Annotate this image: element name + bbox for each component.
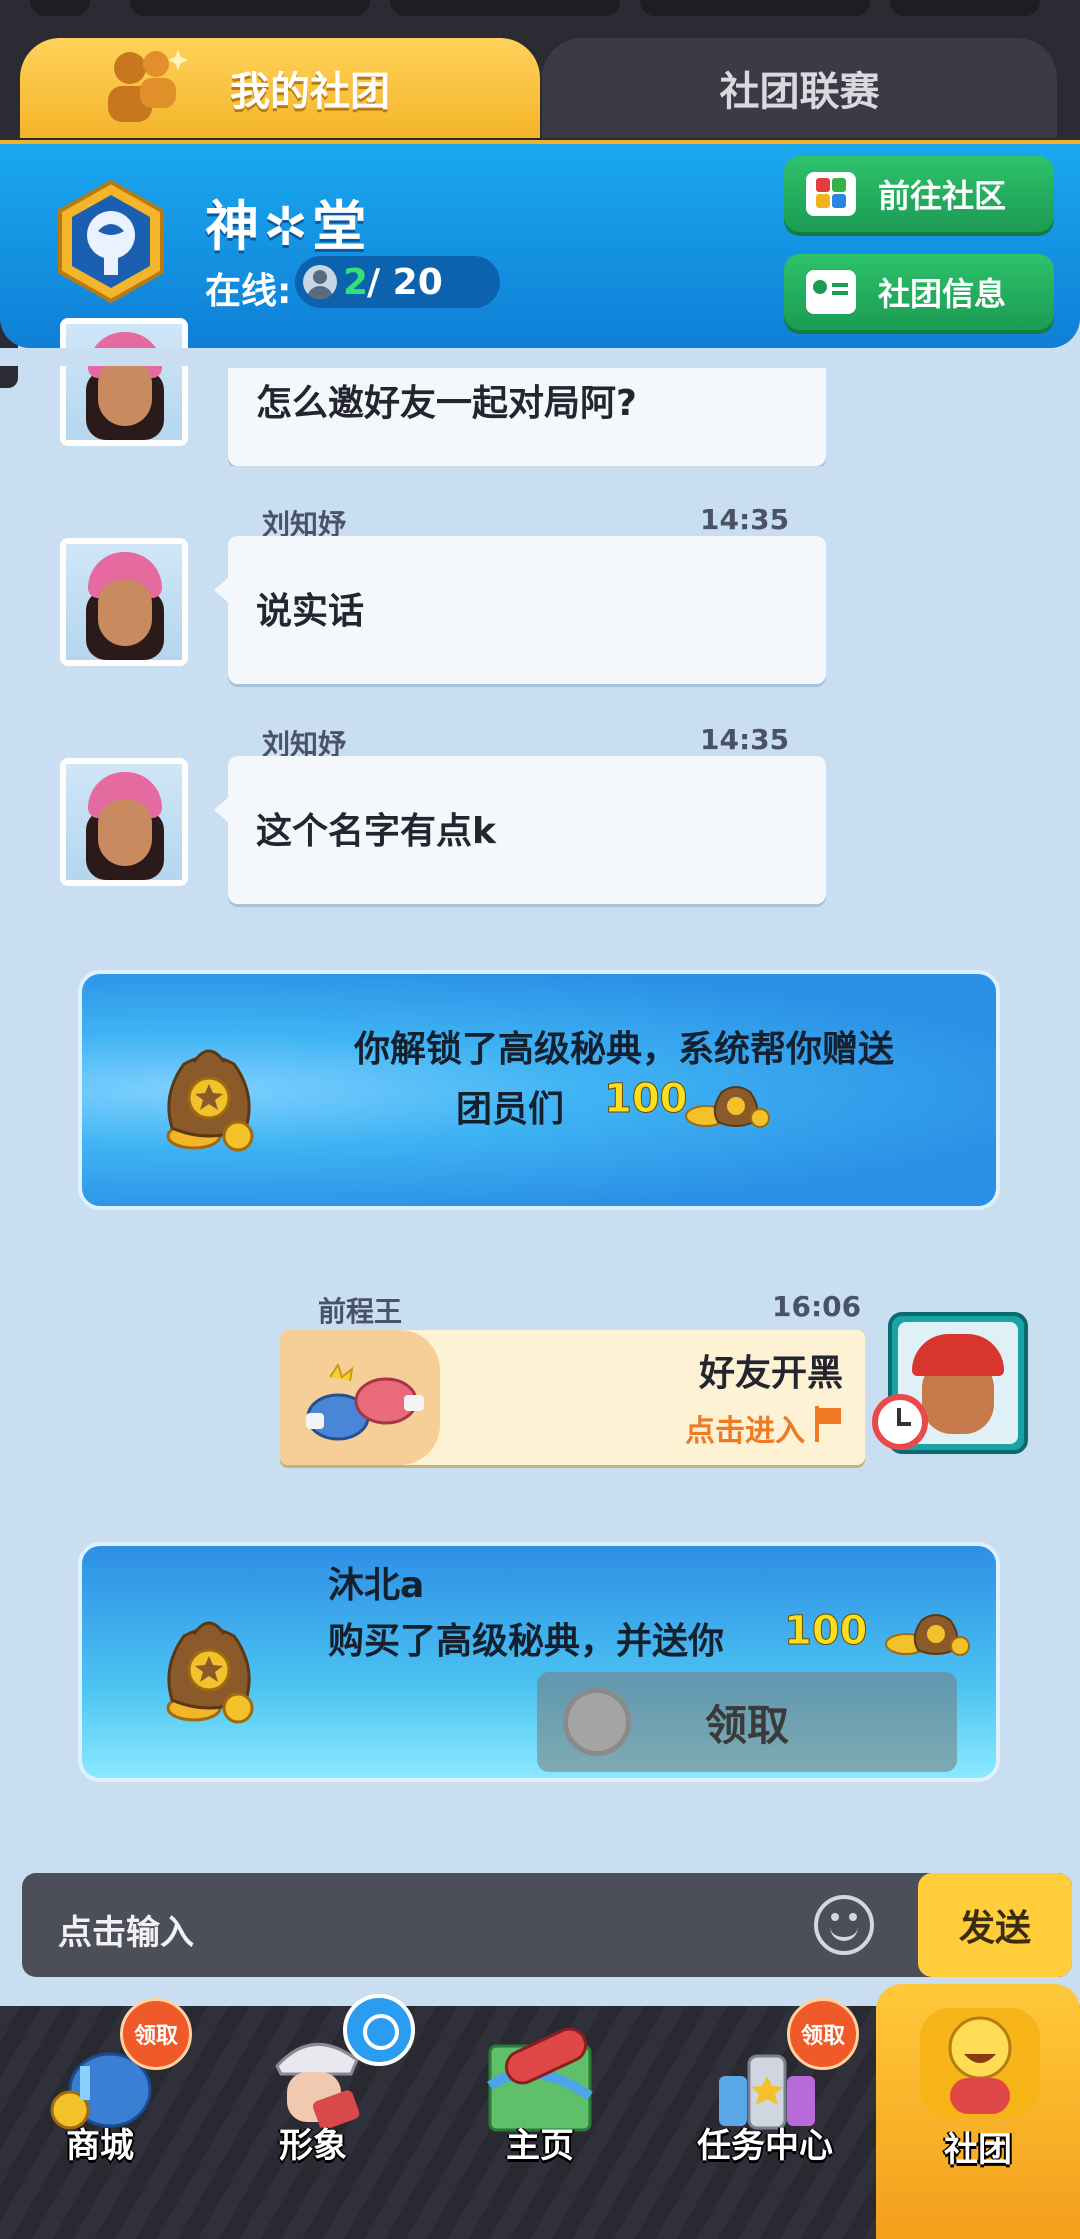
go-community-button[interactable]: 前往社区: [784, 156, 1054, 232]
gift-notice-line1: 你解锁了高级秘典，系统帮你赠送: [354, 1029, 895, 1070]
chat-bubble: 这个名字有点k: [214, 756, 826, 904]
member-avatar[interactable]: [60, 538, 188, 666]
timer-icon: [343, 1994, 415, 2066]
id-card-icon: [806, 270, 856, 314]
claim-badge: 领取: [787, 1998, 859, 2070]
send-button[interactable]: 发送: [918, 1873, 1072, 1977]
chat-message-text: 这个名字有点k: [256, 811, 496, 852]
nav-club-label: 社团: [944, 2130, 1012, 2170]
member-avatar[interactable]: [60, 318, 188, 446]
tab-club-league-label: 社团联赛: [719, 69, 880, 115]
online-status: 2 / 20: [295, 256, 500, 308]
online-total: / 20: [367, 262, 443, 303]
money-bag-icon: [166, 1049, 254, 1152]
status-bar: [0, 0, 1080, 30]
club-info-label: 社团信息: [878, 275, 1007, 313]
currency-pill: [30, 0, 90, 16]
system-gift-notice: 你解锁了高级秘典，系统帮你赠送 团员们 100: [78, 970, 1000, 1210]
message-sender: 前程王: [318, 1295, 403, 1328]
nav-avatar-label: 形象: [279, 2126, 347, 2166]
nav-tasks[interactable]: 领取 任务中心: [665, 1998, 865, 2239]
chat-input-bar: 点击输入 发送: [22, 1873, 1072, 1977]
chat-message-text: 说实话: [256, 591, 365, 632]
gift-received-notice: 沐北a 购买了高级秘典，并送你 100 领取: [78, 1542, 1000, 1782]
money-bag-icon: [166, 1621, 254, 1724]
nav-club[interactable]: 社团: [876, 1984, 1080, 2239]
club-members-icon: [108, 50, 188, 122]
nav-tasks-label: 任务中心: [697, 2126, 833, 2166]
gift-received-line: 购买了高级秘典，并送你: [328, 1621, 725, 1662]
star-coin-icon: [563, 1688, 631, 1756]
scroll-mask: [0, 348, 1080, 366]
chat-message-text: 怎么邀好友一起对局阿?: [256, 383, 637, 424]
tokens-pill: [640, 0, 870, 16]
club-icon: [920, 2008, 1040, 2118]
chat-input[interactable]: 点击输入: [58, 1905, 194, 1954]
tab-club-league[interactable]: 社团联赛: [542, 38, 1057, 138]
go-community-label: 前往社区: [878, 177, 1007, 215]
gift-notice-line2: 团员们: [456, 1089, 565, 1130]
gift-received-amount: 100: [784, 1608, 868, 1655]
bottom-nav: 领取 商城 形象 主页 领取 任务中心 社团: [0, 1984, 1080, 2239]
club-name: 神✲堂: [205, 195, 371, 258]
coins-pill: [130, 0, 370, 16]
claim-button[interactable]: 领取: [537, 1672, 957, 1772]
claim-label: 领取: [704, 1700, 789, 1750]
message-time: 14:35: [700, 503, 790, 536]
claim-badge: 领取: [120, 1998, 192, 2070]
gift-sender-name: 沐北a: [328, 1565, 425, 1606]
nav-shop-label: 商城: [66, 2126, 134, 2166]
keys-pill: [390, 0, 620, 16]
nav-home-label: 主页: [506, 2126, 574, 2166]
member-avatar[interactable]: [60, 758, 188, 886]
alarm-clock-icon: [872, 1394, 928, 1450]
send-label: 发送: [958, 1908, 1031, 1949]
coin-bag-icon: [885, 1614, 970, 1656]
community-icon: [806, 172, 856, 216]
flag-icon: [815, 1406, 849, 1442]
message-time: 14:35: [700, 723, 790, 756]
tab-my-club[interactable]: 我的社团: [20, 38, 540, 138]
club-tabs: 我的社团 社团联赛: [0, 30, 1080, 140]
friend-play-invite[interactable]: 好友开黑 点击进入: [280, 1330, 865, 1465]
chat-bubble: 说实话: [214, 536, 826, 684]
user-icon: [303, 265, 337, 299]
invite-title: 好友开黑: [698, 1353, 843, 1394]
emoji-icon[interactable]: [814, 1895, 874, 1955]
invite-art: [280, 1330, 440, 1465]
invite-enter-link[interactable]: 点击进入: [685, 1406, 805, 1450]
club-emblem-icon: [58, 179, 164, 304]
online-count: 2: [343, 262, 369, 303]
online-label: 在线:: [205, 271, 292, 312]
nav-shop[interactable]: 领取 商城: [0, 1998, 200, 2239]
gift-amount: 100: [604, 1076, 688, 1123]
club-header: 神✲堂 在线: 2 / 20 前往社区 社团信息: [0, 140, 1080, 348]
boxing-gloves-icon: [306, 1362, 424, 1441]
tab-my-club-label: 我的社团: [230, 69, 390, 115]
message-time: 16:06: [772, 1290, 862, 1323]
club-info-button[interactable]: 社团信息: [784, 254, 1054, 330]
settings-pill: [890, 0, 1040, 16]
coin-bag-icon: [685, 1086, 770, 1128]
nav-avatar[interactable]: 形象: [213, 1994, 415, 2239]
nav-home[interactable]: 主页: [440, 2006, 640, 2239]
